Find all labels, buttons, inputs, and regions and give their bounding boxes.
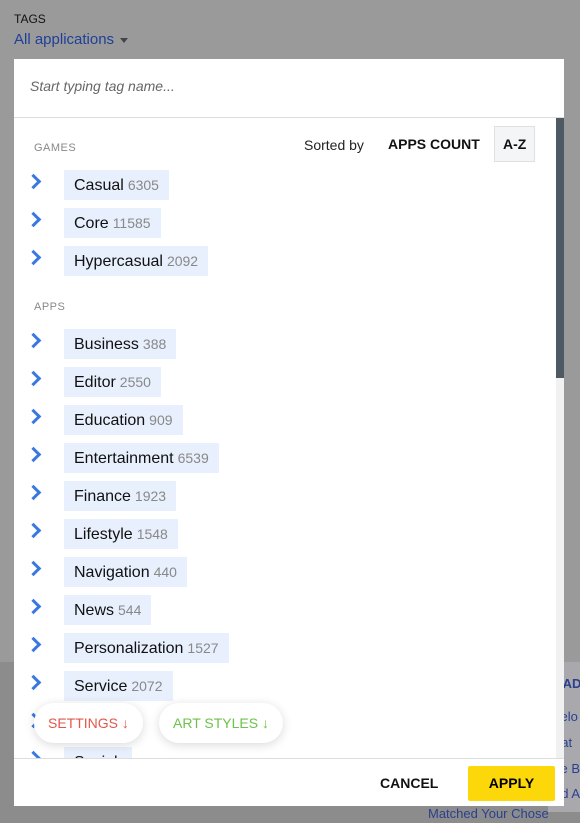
settings-jump-button[interactable]: SETTINGS ↓ [34,703,143,743]
tag-row: Editor 2550 [14,367,554,397]
tag-count: 11585 [112,215,151,231]
tag-chip[interactable]: Navigation 440 [64,557,187,587]
tag-count: 1923 [134,488,167,504]
tag-chip[interactable]: News 544 [64,595,152,625]
section-title-apps: APPS [34,301,66,313]
tag-name: Editor [74,374,116,391]
tag-row: Lifestyle 1548 [14,519,554,549]
tag-name: Lifestyle [74,526,133,543]
chevron-right-icon[interactable] [25,211,42,228]
chevron-right-icon[interactable] [25,173,42,190]
art-styles-jump-button[interactable]: ART STYLES ↓ [159,703,283,743]
tag-name: Navigation [74,564,150,581]
tag-chip[interactable]: Business 388 [64,329,177,359]
tag-name: Business [74,336,139,353]
tag-picker-dialog: GAMES Sorted by APPS COUNT A-Z APPS Casu… [14,59,564,806]
tag-chip[interactable]: Casual 6305 [64,170,169,200]
apply-button[interactable]: APPLY [468,766,555,801]
section-title-games: GAMES [34,142,77,154]
chevron-right-icon[interactable] [25,484,42,501]
chevron-right-icon[interactable] [25,332,42,349]
chevron-right-icon[interactable] [25,598,42,615]
bg-text: Matched Your Chose [428,806,549,821]
tag-count: 388 [142,336,167,352]
tag-row: Service 2072 [14,671,554,701]
chevron-right-icon[interactable] [25,408,42,425]
tag-row: Education 909 [14,405,554,435]
tags-label: TAGS [14,12,46,26]
tag-name: Entertainment [74,450,174,467]
tag-name: Personalization [74,640,184,657]
tag-count: 2092 [166,253,199,269]
tag-count: 544 [118,602,142,618]
tag-chip[interactable]: Hypercasual 2092 [64,246,209,276]
tag-row: Personalization 1527 [14,633,554,663]
tag-count: 6539 [177,450,209,466]
tag-chip[interactable]: Editor 2550 [64,367,161,397]
tag-count: 6305 [127,177,159,193]
tag-chip[interactable]: Personalization 1527 [64,633,229,663]
tag-chip[interactable]: Education 909 [64,405,183,435]
caret-down-icon [120,37,129,43]
tag-count: 2550 [119,374,151,390]
tag-row: Entertainment 6539 [14,443,554,473]
tag-row: Finance 1923 [14,481,554,511]
tag-chip[interactable]: Service 2072 [64,671,173,701]
tag-count: 2072 [131,678,163,694]
tag-row: Casual 6305 [14,170,554,200]
tag-row: Core 11585 [14,208,554,238]
chevron-right-icon[interactable] [25,370,42,387]
tag-row: Social [14,747,554,758]
dialog-footer: CANCEL APPLY [14,758,564,806]
sort-a-z-button[interactable]: A-Z [494,126,536,162]
chevron-right-icon[interactable] [25,636,42,653]
tag-row: Business 388 [14,329,554,359]
tag-name: News [74,602,115,619]
sort-apps-count-button[interactable]: APPS COUNT [380,126,488,162]
tag-name: Service [74,678,128,695]
tag-list[interactable]: GAMES Sorted by APPS COUNT A-Z APPS Casu… [14,118,556,758]
tag-name: Casual [74,177,124,194]
sorted-by-label: Sorted by [304,137,364,153]
tag-name: Core [74,215,109,232]
tag-chip[interactable]: Lifestyle 1548 [64,519,178,549]
tags-selector[interactable]: All applications [14,31,129,48]
tag-name: Hypercasual [74,253,163,270]
tag-chip[interactable]: Finance 1923 [64,481,177,511]
cancel-button[interactable]: CANCEL [380,775,438,791]
tag-row: Navigation 440 [14,557,554,587]
chevron-right-icon[interactable] [25,560,42,577]
tag-count: 909 [149,412,173,428]
tag-count: 440 [153,564,177,580]
selector-value: All applications [14,31,115,48]
chevron-right-icon[interactable] [25,750,42,758]
tag-search-input[interactable] [28,77,532,95]
scrollbar[interactable] [556,118,564,758]
chevron-right-icon[interactable] [25,674,42,691]
chevron-right-icon[interactable] [25,522,42,539]
tag-row: Hypercasual 2092 [14,246,554,276]
tag-chip[interactable]: Core 11585 [64,208,161,238]
tag-chip[interactable]: Entertainment 6539 [64,443,219,473]
chevron-right-icon[interactable] [25,249,42,266]
tag-count: 1527 [187,640,219,656]
tag-chip[interactable]: Social [64,747,132,758]
scrollbar-thumb[interactable] [556,118,564,378]
tag-name: Education [74,412,146,429]
tag-row: News 544 [14,595,554,625]
search-bar [14,59,564,118]
tag-count: 1548 [136,526,168,542]
tag-name: Finance [74,488,131,505]
chevron-right-icon[interactable] [25,446,42,463]
